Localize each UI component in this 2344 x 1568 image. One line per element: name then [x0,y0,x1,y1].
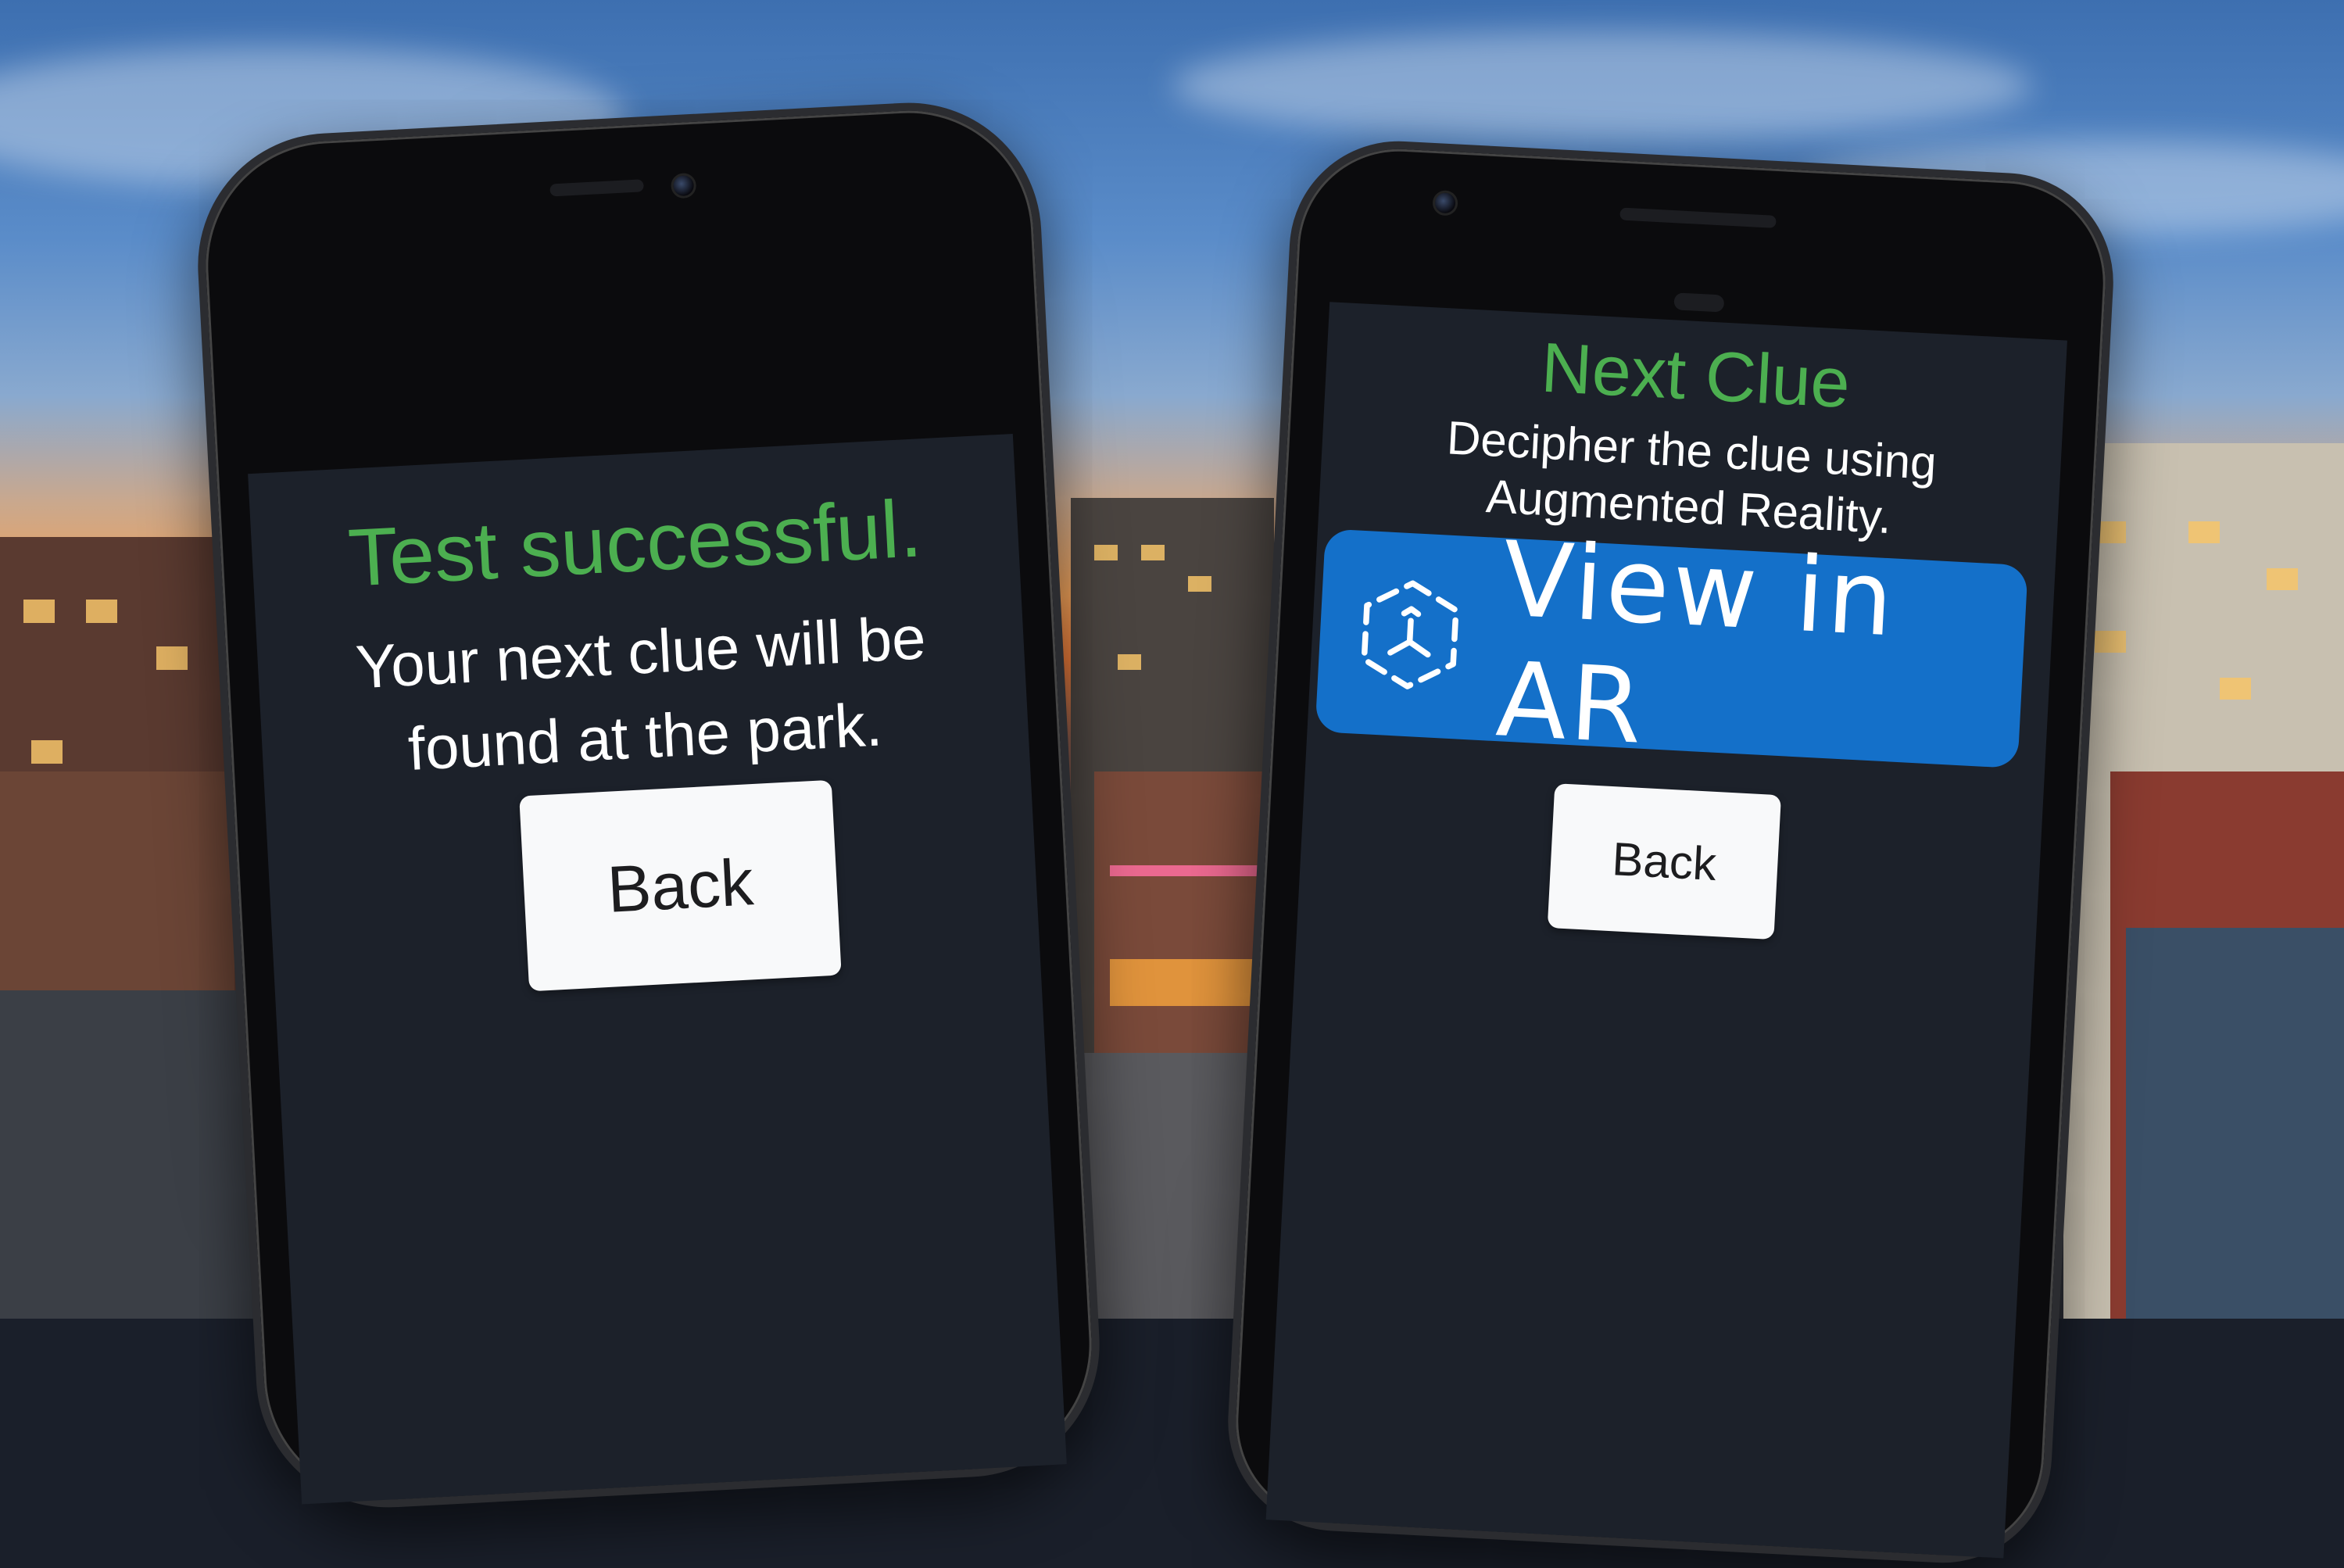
sensor [1673,292,1725,313]
left-phone-screen: Test successful. Your next clue will be … [248,433,1067,1505]
right-phone: Next Clue Decipher the clue using Augmen… [1222,135,2119,1568]
back-button[interactable]: Back [519,779,842,992]
next-clue-message: Your next clue will be found at the park… [256,590,1030,799]
back-button[interactable]: Back [1547,783,1781,940]
back-button-label: Back [1610,832,1718,891]
success-title: Test successful. [345,483,925,604]
view-in-ar-label: View in AR [1493,519,1899,768]
rooftop [2126,928,2344,1319]
back-button-label: Back [605,844,756,926]
front-camera-icon [1432,189,1458,217]
earpiece-speaker [549,179,644,197]
view-in-ar-button[interactable]: View in AR [1315,519,2028,769]
front-camera-icon [670,172,697,199]
left-phone: Test successful. Your next clue will be … [191,95,1107,1515]
cloud [1172,31,2032,141]
right-phone-screen: Next Clue Decipher the clue using Augmen… [1265,302,2067,1559]
ar-cube-icon [1348,573,1472,696]
earpiece-speaker [1619,207,1777,228]
